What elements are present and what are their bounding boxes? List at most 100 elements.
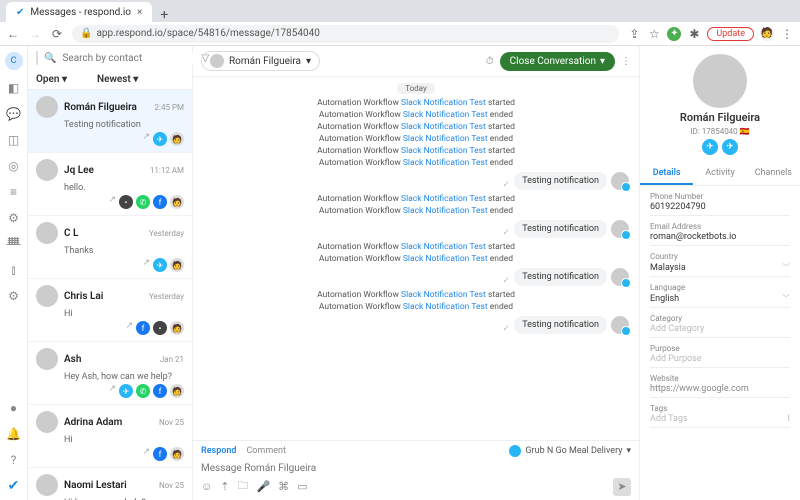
new-tab-button[interactable]: + <box>152 8 176 22</box>
channel-selector[interactable]: Grub N Go Meal Delivery ▾ <box>509 445 631 457</box>
workflow-link[interactable]: Slack Notification Test <box>403 302 488 312</box>
forward-icon[interactable]: → <box>28 27 42 41</box>
message-input[interactable] <box>201 460 631 477</box>
category-field[interactable]: Add Category <box>650 324 790 338</box>
workflow-link[interactable]: Slack Notification Test <box>401 122 486 132</box>
workflow-link[interactable]: Slack Notification Test <box>403 110 488 120</box>
respond-logo-icon: ✔ <box>8 478 20 494</box>
assignee-chip-icon: 🧑 <box>170 447 184 461</box>
conversation-item[interactable]: Naomi LestariNov 25Hi how can we help?↗f… <box>28 468 192 500</box>
search-input[interactable] <box>62 53 195 64</box>
send-button[interactable]: ➤ <box>613 478 631 496</box>
profile-avatar-icon[interactable]: 🧑 <box>760 27 774 41</box>
inbox-toggle-icon[interactable] <box>36 51 38 65</box>
extension-icon[interactable]: ✦ <box>667 27 681 41</box>
avatar-icon <box>36 159 58 181</box>
workflow-link[interactable]: Slack Notification Test <box>403 158 488 168</box>
workflow-link[interactable]: Slack Notification Test <box>403 254 488 264</box>
timer-icon[interactable]: ⏱ <box>486 56 494 67</box>
country-field[interactable]: Malaysia﹀ <box>650 262 790 277</box>
close-tab-icon[interactable]: × <box>137 7 142 18</box>
language-field[interactable]: English﹀ <box>650 293 790 308</box>
wa-icon: ✆ <box>136 195 150 209</box>
back-icon[interactable]: ← <box>6 27 20 41</box>
workflow-link[interactable]: Slack Notification Test <box>403 206 488 216</box>
reply-icon: ↗ <box>125 321 133 335</box>
extensions-icon[interactable]: ✱ <box>687 27 701 41</box>
tags-field[interactable]: Add TagsI <box>650 414 790 428</box>
attach-icon[interactable]: ⇡ <box>220 480 229 493</box>
conversation-item[interactable]: Román Filgueira2:45 PMTesting notificati… <box>28 90 192 153</box>
conversation-item[interactable]: AshJan 21Hey Ash, how can we help?↗✈✆f🧑 <box>28 342 192 405</box>
system-message: Automation Workflow Slack Notification T… <box>203 302 629 312</box>
email-field[interactable]: roman@rocketbots.io <box>650 232 790 246</box>
messages-icon[interactable]: 💬 <box>6 106 22 122</box>
conversation-item[interactable]: Jq Lee11:12 AMhello.↗•✆f🧑 <box>28 153 192 216</box>
conv-time: 11:12 AM <box>150 166 184 175</box>
reply-icon: ↗ <box>142 132 150 146</box>
file-icon[interactable]: 🗀 <box>237 477 248 496</box>
help-icon[interactable]: ? <box>6 452 22 468</box>
list-icon[interactable]: ≡ <box>6 184 22 200</box>
workspace-avatar[interactable]: C <box>5 52 23 70</box>
workflow-icon[interactable]: ᚙ <box>6 236 22 252</box>
workflow-link[interactable]: Slack Notification Test <box>401 98 486 108</box>
settings-icon[interactable]: ⚙ <box>6 210 22 226</box>
chevron-down-icon: ﹀ <box>782 262 790 273</box>
conv-name: Naomi Lestari <box>64 480 153 491</box>
presence-icon[interactable]: ● <box>6 400 22 416</box>
tab-details[interactable]: Details <box>640 163 693 185</box>
tab-activity[interactable]: Activity <box>693 163 746 185</box>
filter-open[interactable]: Open ▾ <box>36 74 67 85</box>
star-icon[interactable]: ☆ <box>647 27 661 41</box>
phone-field[interactable]: 60192204790 <box>650 202 790 216</box>
contacts-icon[interactable]: ◫ <box>6 132 22 148</box>
tab-channels[interactable]: Channels <box>747 163 800 185</box>
share-icon[interactable]: ⇪ <box>627 27 641 41</box>
tab-comment[interactable]: Comment <box>246 446 285 456</box>
workflow-link[interactable]: Slack Notification Test <box>401 194 486 204</box>
gear-icon[interactable]: ⚙ <box>6 288 22 304</box>
address-bar[interactable]: 🔒 app.respond.io/space/54816/message/178… <box>72 25 619 43</box>
filter-sort[interactable]: Newest ▾ <box>97 74 138 85</box>
system-message: Automation Workflow Slack Notification T… <box>203 206 629 216</box>
website-field[interactable]: https://www.google.com <box>650 384 790 398</box>
workflow-link[interactable]: Slack Notification Test <box>401 290 486 300</box>
assignee-selector[interactable]: Román Filgueira ▾ <box>201 51 320 71</box>
conversation-item[interactable]: Chris LaiYesterdayHi↗f•🧑 <box>28 279 192 342</box>
avatar-icon <box>36 96 58 118</box>
mic-icon[interactable]: 🎤 <box>256 480 270 493</box>
conversation-item[interactable]: C LYesterdayThanks↗✈🧑 <box>28 216 192 279</box>
broadcast-icon[interactable]: ◎ <box>6 158 22 174</box>
workflow-link[interactable]: Slack Notification Test <box>403 134 488 144</box>
tab-respond[interactable]: Respond <box>201 446 236 456</box>
fb-icon: f <box>153 384 167 398</box>
reports-icon[interactable]: ⫾ <box>6 262 22 278</box>
template-icon[interactable]: ▭ <box>297 480 307 493</box>
system-message: Automation Workflow Slack Notification T… <box>203 110 629 120</box>
assignee-chip-icon: 🧑 <box>170 384 184 398</box>
chat-body[interactable]: Today Automation Workflow Slack Notificat… <box>193 77 639 440</box>
day-divider: Today <box>397 83 435 94</box>
contact-name: Román Filgueira <box>680 111 760 124</box>
snippet-icon[interactable]: ⌘ <box>278 480 289 493</box>
workflow-link[interactable]: Slack Notification Test <box>401 242 486 252</box>
notifications-icon[interactable]: 🔔 <box>6 426 22 442</box>
workflow-link[interactable]: Slack Notification Test <box>401 146 486 156</box>
telegram-icon[interactable]: ✈ <box>722 139 738 155</box>
menu-icon[interactable]: ⋮ <box>780 27 794 41</box>
composer: Respond Comment Grub N Go Meal Delivery … <box>193 440 639 500</box>
emoji-icon[interactable]: ☺ <box>201 480 212 493</box>
update-button[interactable]: Update <box>707 27 754 41</box>
purpose-field[interactable]: Add Purpose <box>650 354 790 368</box>
dashboard-icon[interactable]: ◧ <box>6 80 22 96</box>
more-icon[interactable]: ⋮ <box>621 56 631 67</box>
reload-icon[interactable]: ⟳ <box>50 27 64 41</box>
conv-preview: Thanks <box>64 246 184 256</box>
telegram-icon[interactable]: ✈ <box>702 139 718 155</box>
system-message: Automation Workflow Slack Notification T… <box>203 242 629 252</box>
browser-tab[interactable]: ✔ Messages - respond.io × <box>6 2 152 22</box>
conversation-item[interactable]: Adrina AdamNov 25Hi↗f🧑 <box>28 405 192 468</box>
avatar-icon <box>36 222 58 244</box>
close-conversation-button[interactable]: Close Conversation▾ <box>500 52 615 71</box>
